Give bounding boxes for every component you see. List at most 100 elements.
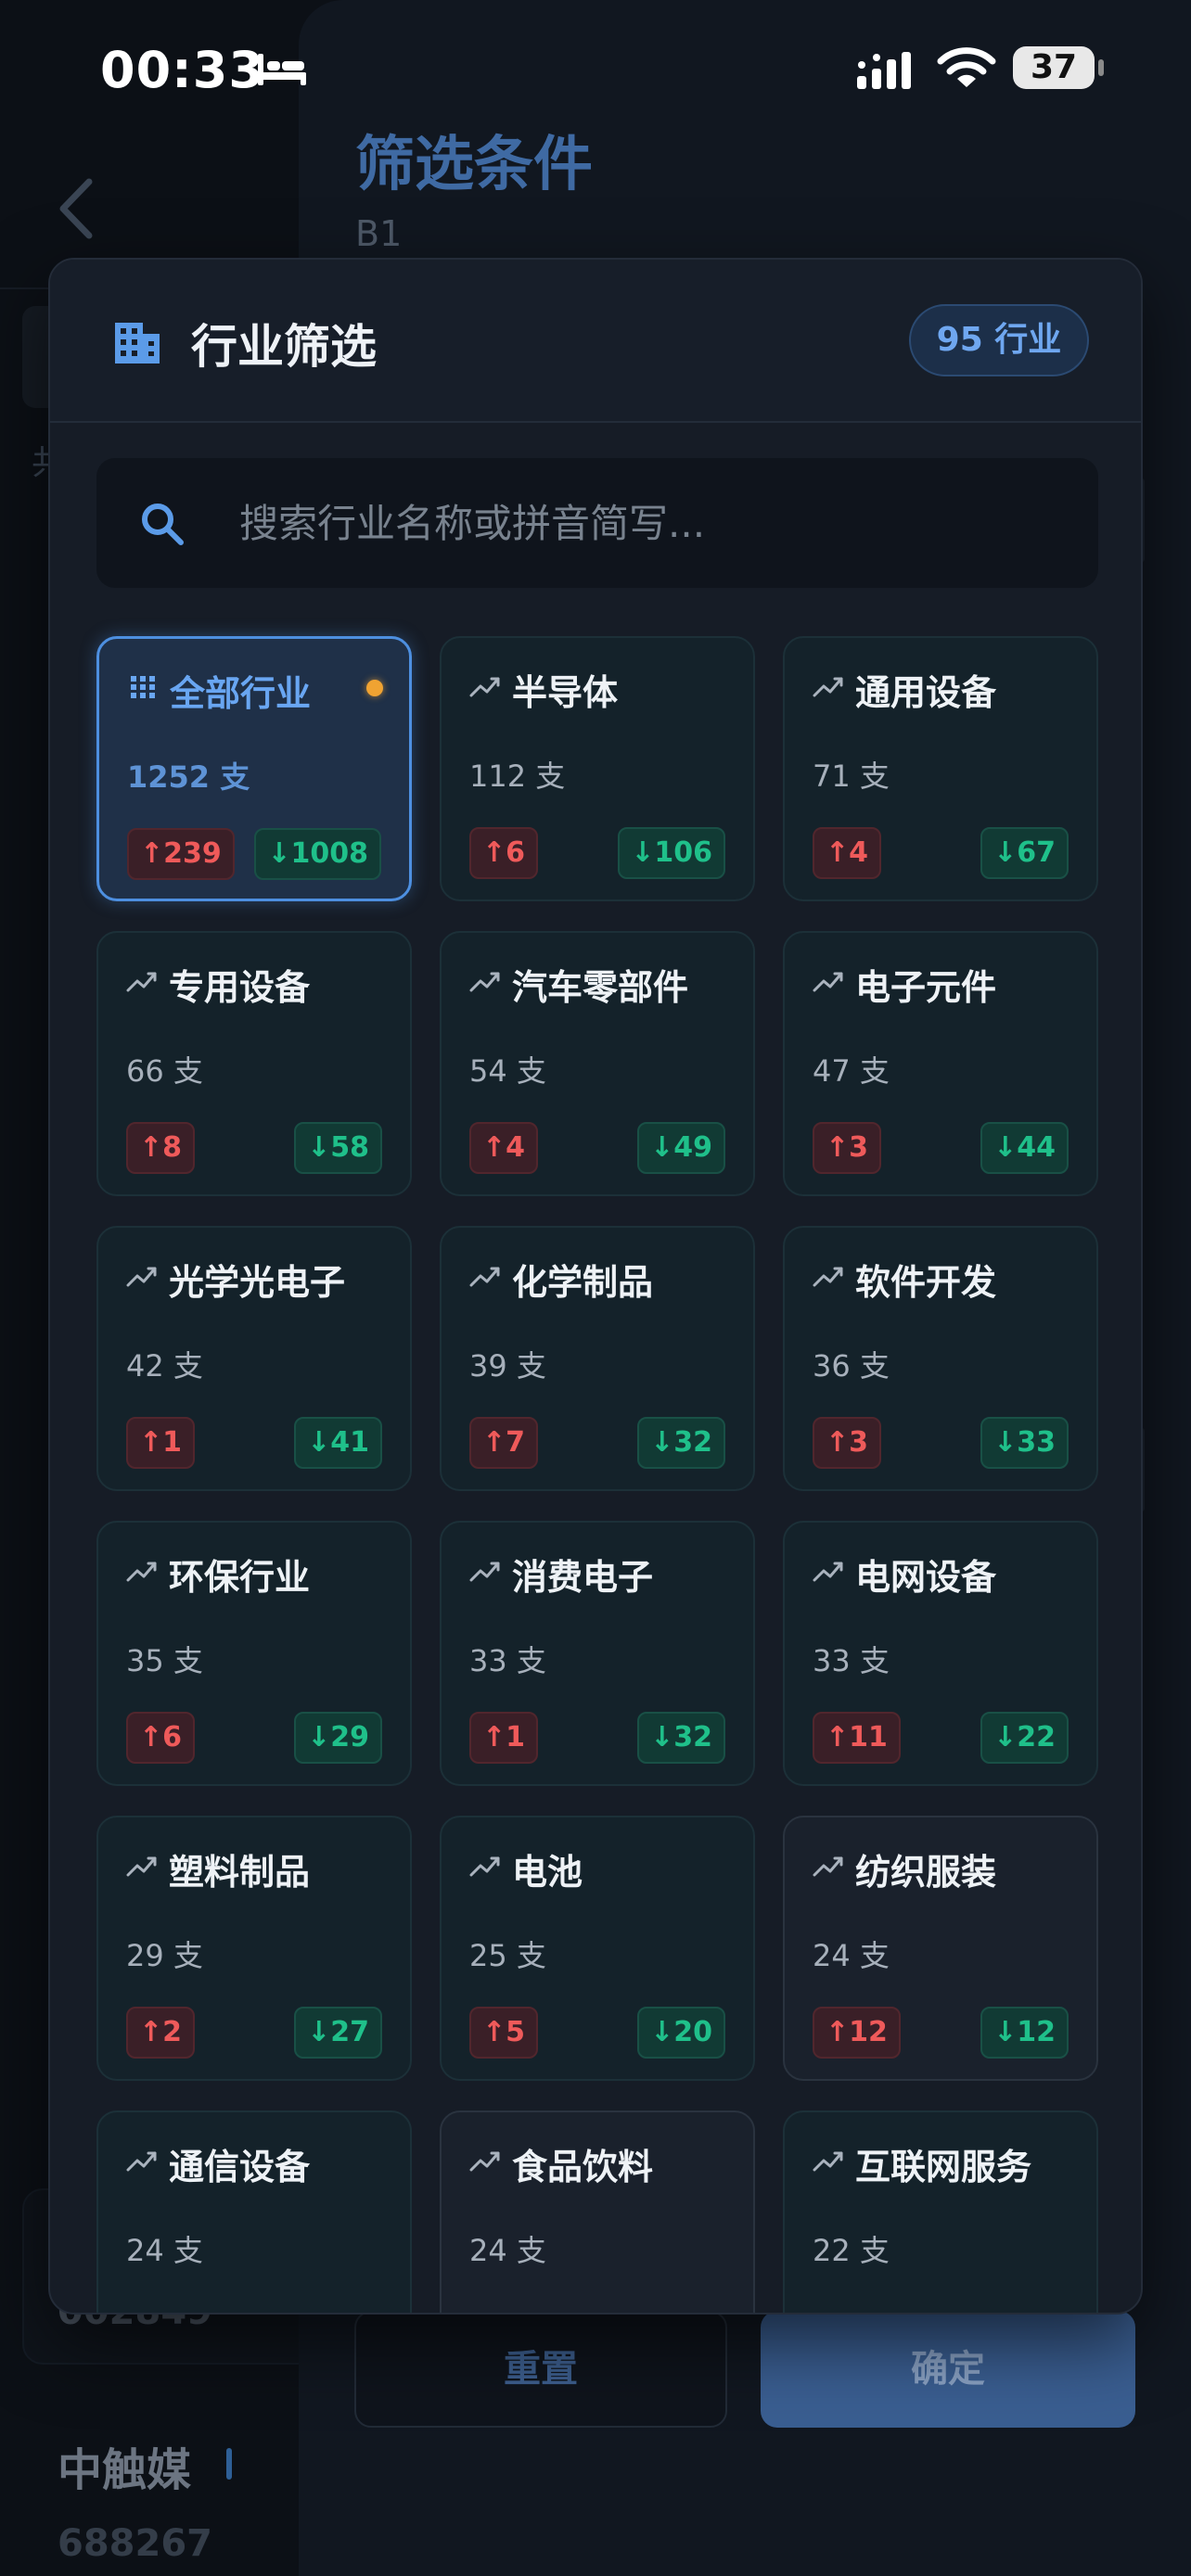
industry-card[interactable]: 互联网服务 22 支 [783, 2111, 1098, 2313]
rising-count: ↑6 [469, 827, 539, 879]
falling-count: ↓41 [294, 1417, 382, 1469]
confirm-button[interactable]: 确定 [761, 2311, 1135, 2428]
industry-name: 软件开发 [855, 1262, 997, 1303]
industry-card[interactable]: 专用设备 66 支 ↑8 ↓58 [96, 931, 412, 1196]
trend-icon [813, 2151, 843, 2172]
stock-marker [226, 2448, 232, 2480]
industry-card[interactable]: 通信设备 24 支 [96, 2111, 412, 2313]
industry-card[interactable]: 汽车零部件 54 支 ↑4 ↓49 [440, 931, 755, 1196]
rising-count: ↑4 [813, 827, 882, 879]
dialog-header: 行业筛选 95 行业 [50, 260, 1141, 423]
industry-stock-count: 39 支 [469, 1348, 546, 1384]
industry-card[interactable]: 食品饮料 24 支 [440, 2111, 755, 2313]
search-box[interactable] [96, 458, 1098, 588]
industry-stock-count: 24 支 [469, 2233, 546, 2268]
industry-card[interactable]: 化学制品 39 支 ↑7 ↓32 [440, 1226, 755, 1491]
industry-name: 通信设备 [169, 2147, 311, 2187]
industry-filter-dialog: 行业筛选 95 行业 全部行业 1252 支 ↑239 ↓1008 半导体 112 支 ↑6… [48, 258, 1143, 2315]
background-stock-name: 中触媒 [58, 2444, 192, 2496]
falling-count: ↓67 [980, 827, 1069, 879]
industry-stock-count: 42 支 [126, 1348, 203, 1384]
industry-name: 专用设备 [169, 967, 311, 1008]
industry-name: 电池 [512, 1852, 583, 1893]
industry-stock-count: 35 支 [126, 1643, 203, 1678]
industry-stock-count: 33 支 [469, 1643, 546, 1678]
industry-stock-count: 22 支 [813, 2233, 890, 2268]
industry-name: 环保行业 [169, 1557, 311, 1598]
industry-card[interactable]: 环保行业 35 支 ↑6 ↓29 [96, 1521, 412, 1786]
industry-stock-count: 25 支 [469, 1938, 546, 1973]
industry-stock-count: 24 支 [813, 1938, 890, 1973]
selected-dot [366, 680, 383, 696]
rising-count: ↑1 [126, 1417, 196, 1469]
industry-name: 食品饮料 [512, 2147, 654, 2187]
industry-stock-count: 33 支 [813, 1643, 890, 1678]
building-icon [115, 323, 160, 363]
trend-icon [469, 677, 500, 697]
trend-icon [469, 1267, 500, 1287]
industry-card[interactable]: 塑料制品 29 支 ↑2 ↓27 [96, 1816, 412, 2081]
back-icon[interactable] [56, 176, 96, 241]
industry-name: 光学光电子 [169, 1262, 346, 1303]
trend-icon [469, 2151, 500, 2172]
trend-icon [813, 972, 843, 992]
trend-icon [126, 1856, 157, 1877]
industry-card[interactable]: 电子元件 47 支 ↑3 ↓44 [783, 931, 1098, 1196]
rising-count: ↑12 [813, 2007, 901, 2059]
industry-stock-count: 36 支 [813, 1348, 890, 1384]
industry-card[interactable]: 半导体 112 支 ↑6 ↓106 [440, 636, 755, 901]
background-stock-code-2: 688267 [58, 2522, 212, 2565]
rising-count: ↑3 [813, 1122, 882, 1174]
industry-name: 互联网服务 [855, 2147, 1032, 2187]
filter-sheet-subtitle: B1 [355, 213, 403, 254]
industry-stock-count: 24 支 [126, 2233, 203, 2268]
bed-icon [258, 54, 306, 85]
falling-count: ↓106 [618, 827, 725, 879]
rising-count: ↑2 [126, 2007, 196, 2059]
trend-icon [813, 1856, 843, 1877]
trend-icon [469, 972, 500, 992]
falling-count: ↓22 [980, 1712, 1069, 1764]
industry-card[interactable]: 电池 25 支 ↑5 ↓20 [440, 1816, 755, 2081]
falling-count: ↓20 [637, 2007, 725, 2059]
rising-count: ↑3 [813, 1417, 882, 1469]
industry-card[interactable]: 光学光电子 42 支 ↑1 ↓41 [96, 1226, 412, 1491]
industry-stock-count: 54 支 [469, 1053, 546, 1089]
industry-stock-count: 47 支 [813, 1053, 890, 1089]
industry-stock-count: 1252 支 [127, 759, 250, 795]
industry-card[interactable]: 全部行业 1252 支 ↑239 ↓1008 [96, 636, 412, 901]
wifi-icon [937, 47, 996, 87]
rising-count: ↑7 [469, 1417, 539, 1469]
industry-stock-count: 112 支 [469, 759, 566, 794]
falling-count: ↓27 [294, 2007, 382, 2059]
search-input[interactable] [237, 490, 1054, 556]
industry-card[interactable]: 消费电子 33 支 ↑1 ↓32 [440, 1521, 755, 1786]
falling-count: ↓49 [637, 1122, 725, 1174]
falling-count: ↓32 [637, 1417, 725, 1469]
reset-button[interactable]: 重置 [354, 2311, 727, 2428]
trend-icon [126, 1562, 157, 1582]
trend-icon [813, 1562, 843, 1582]
falling-count: ↓12 [980, 2007, 1069, 2059]
trend-icon [813, 677, 843, 697]
status-time: 00:33 [100, 41, 264, 99]
trend-icon [126, 2151, 157, 2172]
battery-icon: 37 [1013, 46, 1095, 89]
grid-icon [131, 676, 155, 698]
rising-count: ↑4 [469, 1122, 539, 1174]
industry-stock-count: 71 支 [813, 759, 890, 794]
rising-count: ↑1 [469, 1712, 539, 1764]
trend-icon [126, 972, 157, 992]
trend-icon [469, 1856, 500, 1877]
industry-stock-count: 29 支 [126, 1938, 203, 1973]
falling-count: ↓58 [294, 1122, 382, 1174]
industry-name: 汽车零部件 [512, 967, 689, 1008]
industry-card[interactable]: 软件开发 36 支 ↑3 ↓33 [783, 1226, 1098, 1491]
rising-count: ↑239 [127, 828, 235, 880]
industry-name: 塑料制品 [169, 1852, 311, 1893]
industry-card[interactable]: 纺织服装 24 支 ↑12 ↓12 [783, 1816, 1098, 2081]
industry-card[interactable]: 电网设备 33 支 ↑11 ↓22 [783, 1521, 1098, 1786]
falling-count: ↓44 [980, 1122, 1069, 1174]
industry-card[interactable]: 通用设备 71 支 ↑4 ↓67 [783, 636, 1098, 901]
rising-count: ↑6 [126, 1712, 196, 1764]
